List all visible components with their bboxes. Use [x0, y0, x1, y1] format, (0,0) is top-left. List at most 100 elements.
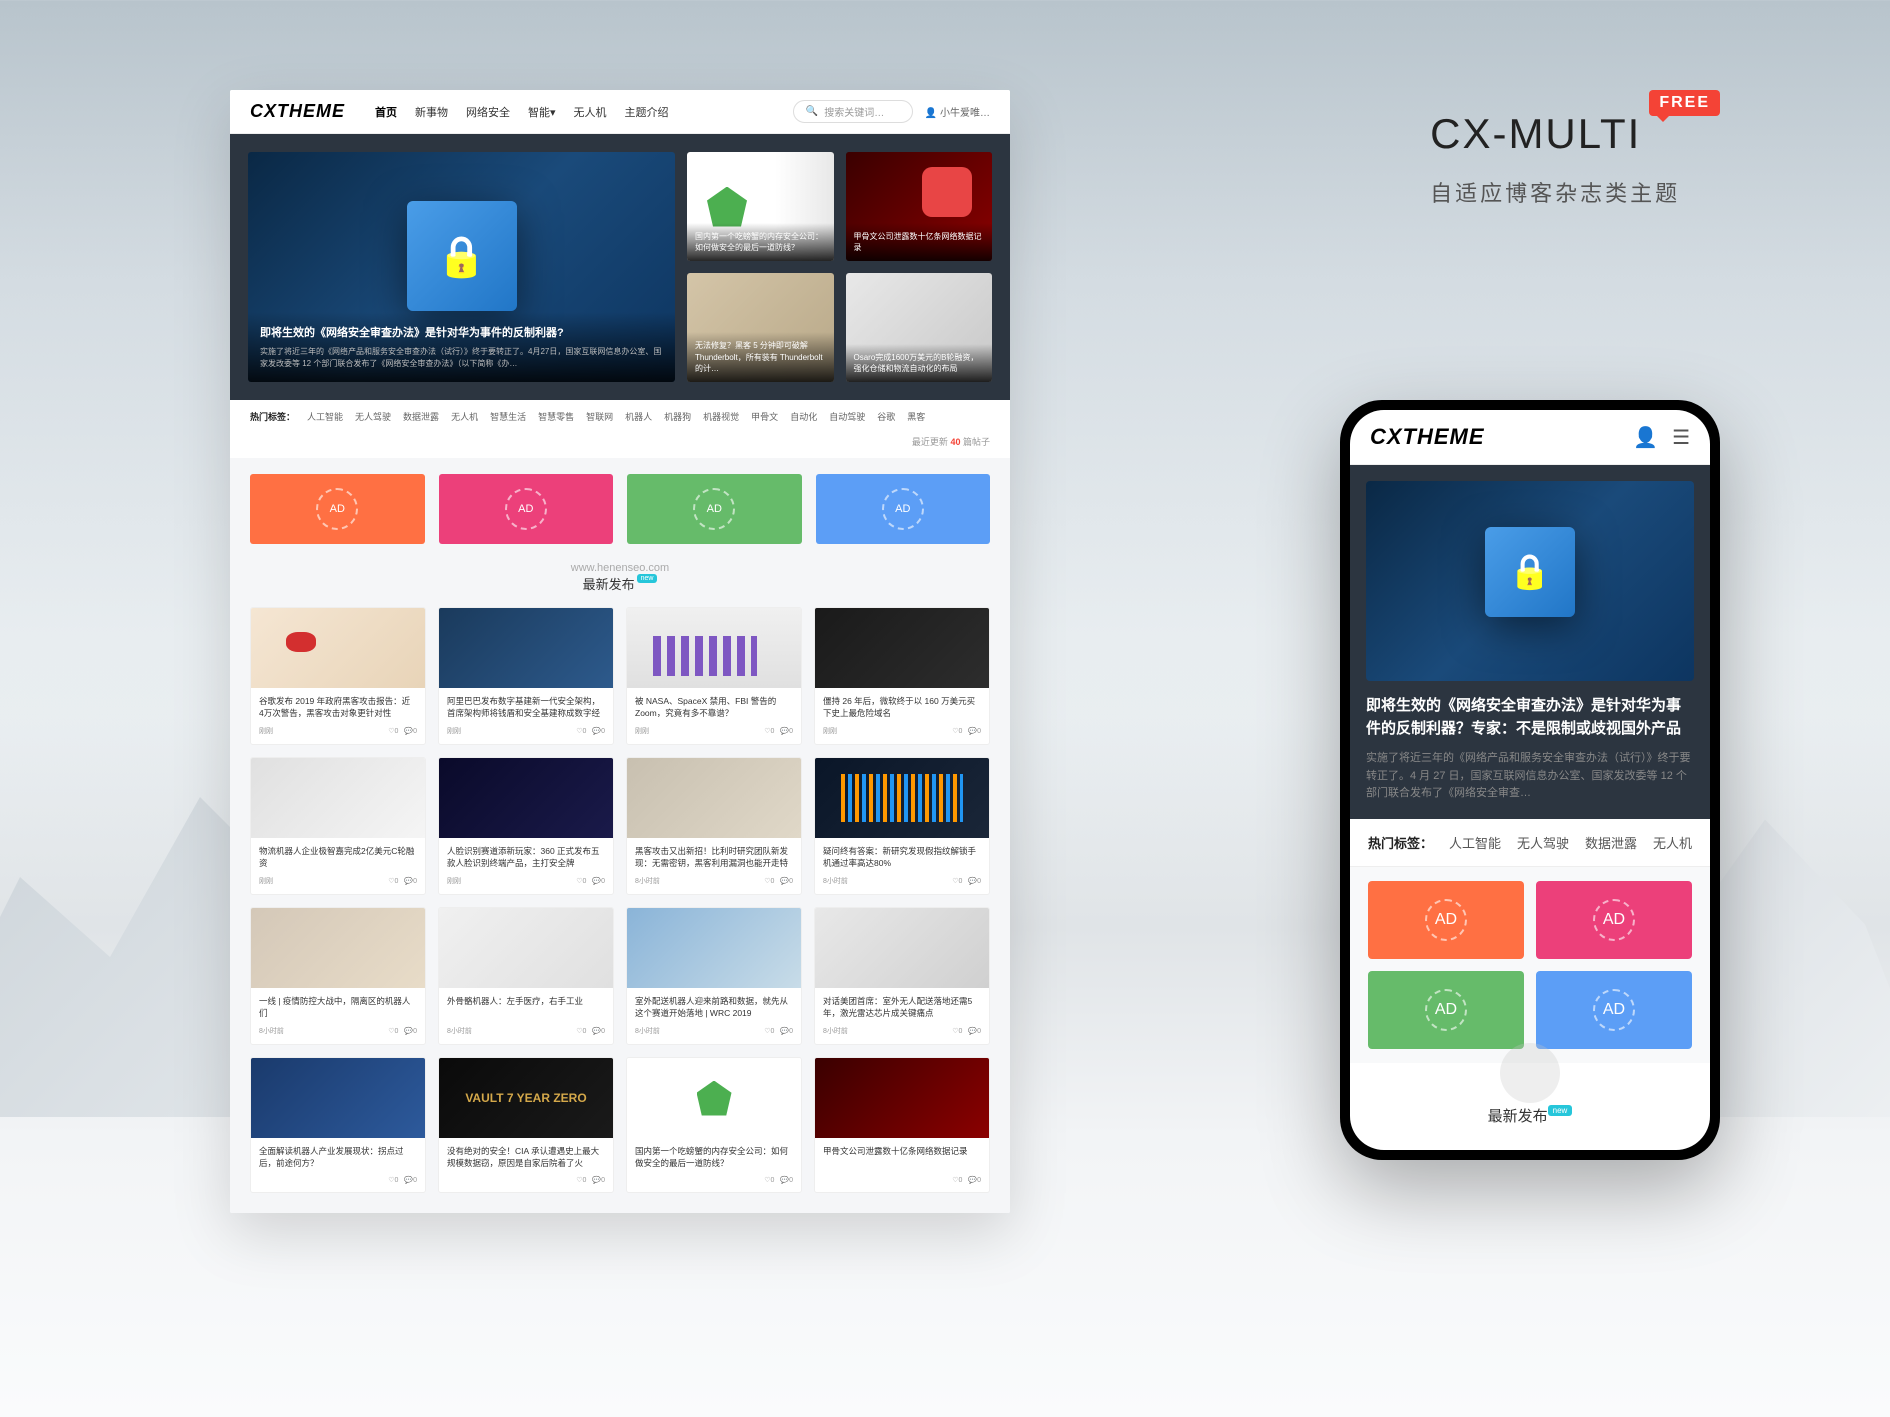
comment-icon[interactable]: 💬0 [592, 1027, 605, 1035]
tag-link[interactable]: 甲骨文 [751, 410, 778, 423]
nav-smart[interactable]: 智能▾ [528, 104, 556, 120]
comment-icon[interactable]: 💬0 [404, 1176, 417, 1184]
comment-icon[interactable]: 💬0 [968, 1027, 981, 1035]
desktop-logo[interactable]: CXTHEME [250, 101, 345, 122]
tag-link[interactable]: 机器人 [625, 410, 652, 423]
tag-link[interactable]: 机器视觉 [703, 410, 739, 423]
article-card[interactable]: 疑问终有答案：新研究发现假指纹解锁手机通过率高达80%8小时前♡0💬0 [814, 757, 990, 895]
tag-link[interactable]: 数据泄露 [1585, 833, 1637, 852]
hero-main-desc: 实施了将近三年的《网络产品和服务安全审查办法（试行）》终于要转正了。4月27日，… [260, 346, 663, 370]
article-card[interactable]: 被 NASA、SpaceX 禁用、FBI 警告的 Zoom，究竟有多不靠谱？刚刚… [626, 607, 802, 745]
ad-slot[interactable]: AD [1368, 881, 1524, 959]
like-icon[interactable]: ♡0 [388, 727, 398, 735]
article-card[interactable]: 室外配送机器人迎来前路和数据，就先从这个赛道开始落地 | WRC 20198小时… [626, 907, 802, 1045]
like-icon[interactable]: ♡0 [388, 1176, 398, 1184]
comment-icon[interactable]: 💬0 [404, 877, 417, 885]
tag-link[interactable]: 无人驾驶 [1517, 833, 1569, 852]
ad-slot[interactable]: AD [1536, 971, 1692, 1049]
ad-slot[interactable]: AD [1536, 881, 1692, 959]
like-icon[interactable]: ♡0 [576, 1176, 586, 1184]
like-icon[interactable]: ♡0 [764, 1027, 774, 1035]
article-card[interactable]: VAULT 7 YEAR ZERO没有绝对的安全！CIA 承认遭遇史上最大规模数… [438, 1057, 614, 1193]
article-card[interactable]: 对话美团首席：室外无人配送落地还需5年，激光雷达芯片成关键痛点8小时前♡0💬0 [814, 907, 990, 1045]
hero-side-card[interactable]: 无法修复？黑客 5 分钟即可破解 Thunderbolt，所有装有 Thunde… [687, 273, 834, 382]
tag-link[interactable]: 智联网 [586, 410, 613, 423]
hero-side-card[interactable]: Osaro完成1600万美元的B轮融资，强化仓储和物流自动化的布局 [846, 273, 993, 382]
search-input[interactable]: 🔍 搜索关键词… [793, 100, 913, 123]
comment-icon[interactable]: 💬0 [780, 1176, 793, 1184]
tag-link[interactable]: 数据泄露 [403, 410, 439, 423]
tag-link[interactable]: 谷歌 [877, 410, 895, 423]
article-card[interactable]: 物流机器人企业极智嘉完成2亿美元C轮融资刚刚♡0💬0 [250, 757, 426, 895]
like-icon[interactable]: ♡0 [952, 1027, 962, 1035]
hero-side-card[interactable]: 甲骨文公司泄露数十亿条网络数据记录 [846, 152, 993, 261]
tag-link[interactable]: 无人机 [1653, 833, 1692, 852]
comment-icon[interactable]: 💬0 [592, 877, 605, 885]
like-icon[interactable]: ♡0 [952, 1176, 962, 1184]
comment-icon[interactable]: 💬0 [780, 727, 793, 735]
user-icon[interactable]: 👤 [1633, 425, 1658, 450]
article-card[interactable]: 外骨骼机器人：左手医疗，右手工业8小时前♡0💬0 [438, 907, 614, 1045]
comment-icon[interactable]: 💬0 [592, 727, 605, 735]
comment-icon[interactable]: 💬0 [404, 727, 417, 735]
comment-icon[interactable]: 💬0 [592, 1176, 605, 1184]
article-card[interactable]: 黑客攻击又出新招！比利时研究团队新发现：无需密钥，黑客利用漏洞也能开走特斯拉…8… [626, 757, 802, 895]
hero-side-card[interactable]: 国内第一个吃螃蟹的内存安全公司：如何做安全的最后一道防线？ [687, 152, 834, 261]
like-icon[interactable]: ♡0 [764, 877, 774, 885]
tag-link[interactable]: 无人驾驶 [355, 410, 391, 423]
nav-drone[interactable]: 无人机 [574, 104, 607, 120]
like-icon[interactable]: ♡0 [952, 877, 962, 885]
nav-home[interactable]: 首页 [375, 104, 397, 120]
ad-slot[interactable]: AD [816, 474, 991, 544]
hero-main-card[interactable]: 即将生效的《网络安全审查办法》是针对华为事件的反制利器? 实施了将近三年的《网络… [248, 152, 675, 382]
article-card[interactable]: 谷歌发布 2019 年政府黑客攻击报告：近 4万次警告，黑客攻击对象更针对性刚刚… [250, 607, 426, 745]
ad-slot[interactable]: AD [439, 474, 614, 544]
article-card[interactable]: 僵持 26 年后，微软终于以 160 万美元买下史上最危险域名刚刚♡0💬0 [814, 607, 990, 745]
comment-icon[interactable]: 💬0 [780, 877, 793, 885]
article-card[interactable]: 一线 | 疫情防控大战中，隔离区的机器人们8小时前♡0💬0 [250, 907, 426, 1045]
menu-icon[interactable]: ☰ [1672, 425, 1690, 450]
tag-link[interactable]: 黑客 [907, 410, 925, 423]
ad-slot[interactable]: AD [1368, 971, 1524, 1049]
tag-link[interactable]: 无人机 [451, 410, 478, 423]
comment-icon[interactable]: 💬0 [968, 1176, 981, 1184]
tag-link[interactable]: 机器狗 [664, 410, 691, 423]
mobile-logo[interactable]: CXTHEME [1370, 424, 1619, 450]
tag-link[interactable]: 智慧零售 [538, 410, 574, 423]
article-card[interactable]: 全面解读机器人产业发展现状：拐点过后，前途何方？♡0💬0 [250, 1057, 426, 1193]
comment-icon[interactable]: 💬0 [968, 877, 981, 885]
like-icon[interactable]: ♡0 [764, 727, 774, 735]
tag-link[interactable]: 人工智能 [1449, 833, 1501, 852]
ad-slot[interactable]: AD [250, 474, 425, 544]
article-card[interactable]: 国内第一个吃螃蟹的内存安全公司：如何做安全的最后一道防线？♡0💬0 [626, 1057, 802, 1193]
like-icon[interactable]: ♡0 [952, 727, 962, 735]
nav-new[interactable]: 新事物 [415, 104, 448, 120]
ad-slot[interactable]: AD [627, 474, 802, 544]
card-time: 刚刚 [635, 726, 649, 736]
article-card[interactable]: 甲骨文公司泄露数十亿条网络数据记录♡0💬0 [814, 1057, 990, 1193]
comment-icon[interactable]: 💬0 [404, 1027, 417, 1035]
comment-icon[interactable]: 💬0 [780, 1027, 793, 1035]
mobile-hero-image[interactable] [1366, 481, 1694, 681]
tag-link[interactable]: 智慧生活 [490, 410, 526, 423]
mobile-hero: 即将生效的《网络安全审查办法》是针对华为事件的反制利器？专家：不是限制或歧视国外… [1350, 465, 1710, 819]
comment-icon[interactable]: 💬0 [968, 727, 981, 735]
mobile-hero-title[interactable]: 即将生效的《网络安全审查办法》是针对华为事件的反制利器？专家：不是限制或歧视国外… [1366, 695, 1694, 740]
tag-link[interactable]: 自动驾驶 [829, 410, 865, 423]
like-icon[interactable]: ♡0 [576, 1027, 586, 1035]
tag-link[interactable]: 人工智能 [307, 410, 343, 423]
article-card[interactable]: 人脸识别赛道添新玩家：360 正式发布五款人脸识别终端产品，主打安全牌刚刚♡0💬… [438, 757, 614, 895]
article-card[interactable]: 阿里巴巴发布数字基建新一代安全架构，首席架构师将钱盾和安全基建称成数字经济标配刚… [438, 607, 614, 745]
like-icon[interactable]: ♡0 [576, 877, 586, 885]
tag-link[interactable]: 自动化 [790, 410, 817, 423]
like-icon[interactable]: ♡0 [388, 877, 398, 885]
like-icon[interactable]: ♡0 [764, 1176, 774, 1184]
like-icon[interactable]: ♡0 [576, 727, 586, 735]
user-menu[interactable]: 👤 小牛爱唯… [925, 104, 990, 119]
nav-security[interactable]: 网络安全 [466, 104, 510, 120]
card-time: 刚刚 [259, 726, 273, 736]
card-title: 黑客攻击又出新招！比利时研究团队新发现：无需密钥，黑客利用漏洞也能开走特斯拉… [635, 846, 793, 870]
card-time: 8小时前 [259, 1026, 284, 1036]
like-icon[interactable]: ♡0 [388, 1027, 398, 1035]
nav-theme[interactable]: 主题介绍 [625, 104, 669, 120]
